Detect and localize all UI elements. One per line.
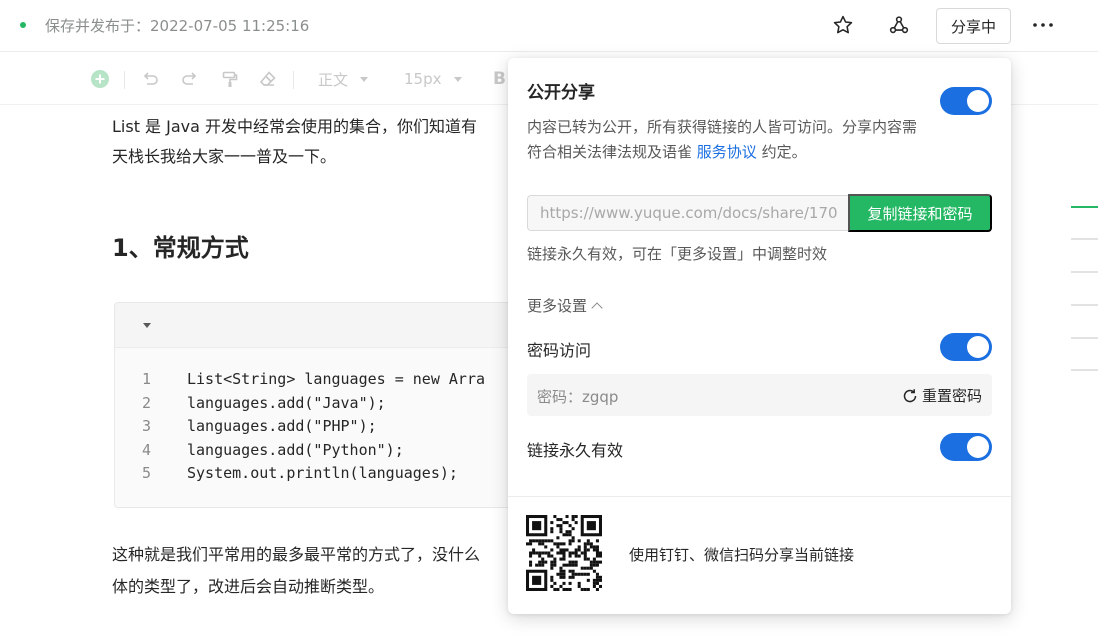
add-circle-icon[interactable] bbox=[90, 67, 110, 91]
line-number: 1 bbox=[142, 370, 152, 388]
format-painter-icon[interactable] bbox=[220, 67, 240, 91]
header-bar: 保存并发布于：2022-07-05 11:25:16 分享中 bbox=[0, 0, 1098, 52]
reset-password-button[interactable]: 重置密码 bbox=[902, 385, 982, 406]
permanent-link-toggle[interactable] bbox=[940, 433, 992, 461]
outline-item[interactable] bbox=[1071, 271, 1098, 273]
toolbar-divider bbox=[293, 71, 294, 89]
outro-paragraph-line1: 这种就是我们平常用的最多最平常的方式了，没什么 bbox=[112, 545, 481, 564]
share-url-input[interactable]: https://www.yuque.com/docs/share/170 bbox=[527, 195, 849, 231]
outline-item[interactable] bbox=[1071, 304, 1098, 306]
outline-item-active[interactable] bbox=[1071, 206, 1098, 208]
copy-link-and-password-button[interactable]: 复制链接和密码 bbox=[848, 194, 992, 232]
intro-paragraph-line1: List 是 Java 开发中经常会使用的集合，你们知道有 bbox=[112, 117, 478, 136]
toggle-knob bbox=[967, 90, 989, 112]
password-access-toggle[interactable] bbox=[940, 333, 992, 361]
popover-title: 公开分享 bbox=[527, 83, 595, 103]
save-status: 保存并发布于：2022-07-05 11:25:16 bbox=[45, 17, 310, 35]
permanent-link-label: 链接永久有效 bbox=[527, 441, 624, 460]
outro-paragraph-line2: 体的类型了，改进后会自动推断类型。 bbox=[112, 577, 385, 596]
toolbar-divider bbox=[124, 71, 125, 89]
intro-paragraph-line2: 天栈长我给大家一一普及一下。 bbox=[112, 147, 337, 166]
outline-item[interactable] bbox=[1071, 238, 1098, 240]
code-text: languages.add("Java"); bbox=[187, 394, 386, 412]
line-number: 4 bbox=[142, 441, 152, 459]
toggle-knob bbox=[967, 436, 989, 458]
section-heading: 1、常规方式 bbox=[112, 234, 249, 262]
chevron-down-icon bbox=[453, 76, 462, 82]
password-access-label: 密码访问 bbox=[527, 341, 592, 360]
code-text: List<String> languages = new Arra bbox=[187, 370, 486, 388]
share-popover: 公开分享 内容已转为公开，所有获得链接的人皆可访问。分享内容需符合相关法律法规及… bbox=[508, 58, 1011, 614]
code-text: languages.add("Python"); bbox=[187, 441, 404, 459]
undo-icon[interactable] bbox=[140, 67, 160, 91]
code-block-header bbox=[115, 303, 533, 348]
line-number: 3 bbox=[142, 417, 152, 435]
code-text: languages.add("PHP"); bbox=[187, 417, 377, 435]
language-select-caret-icon[interactable] bbox=[143, 323, 151, 328]
more-settings-label: 更多设置 bbox=[527, 297, 588, 315]
share-button[interactable]: 分享中 bbox=[936, 8, 1011, 44]
text-style-select[interactable]: 正文 bbox=[318, 67, 369, 91]
chevron-up-icon bbox=[591, 302, 603, 314]
outline-item[interactable] bbox=[1071, 337, 1098, 339]
share-network-icon[interactable] bbox=[886, 12, 912, 38]
share-description-end: 约定。 bbox=[761, 143, 807, 161]
reset-password-label: 重置密码 bbox=[921, 387, 982, 405]
chevron-down-icon bbox=[360, 76, 369, 82]
code-body: 1 List<String> languages = new Arra 2 lang… bbox=[115, 349, 533, 507]
font-size-value: 15px bbox=[404, 70, 442, 88]
outline-item[interactable] bbox=[1071, 369, 1098, 371]
code-text: System.out.println(languages); bbox=[187, 464, 458, 482]
more-settings-toggle[interactable]: 更多设置 bbox=[527, 295, 603, 316]
font-size-select[interactable]: 15px bbox=[404, 67, 462, 91]
link-validity-hint: 链接永久有效，可在「更多设置」中调整时效 bbox=[527, 245, 828, 263]
text-style-value: 正文 bbox=[318, 70, 349, 89]
popover-divider bbox=[508, 496, 1011, 497]
password-field: 密码：zgqp 重置密码 bbox=[527, 374, 992, 416]
bold-button[interactable]: B bbox=[493, 67, 506, 91]
code-block: 1 List<String> languages = new Arra 2 lang… bbox=[114, 302, 534, 508]
public-share-toggle[interactable] bbox=[940, 87, 992, 115]
toggle-knob bbox=[967, 336, 989, 358]
line-number: 5 bbox=[142, 464, 152, 482]
refresh-icon bbox=[903, 388, 917, 402]
eraser-icon[interactable] bbox=[258, 67, 278, 91]
qr-share-text: 使用钉钉、微信扫码分享当前链接 bbox=[629, 546, 855, 564]
password-text: 密码：zgqp bbox=[537, 388, 619, 406]
qr-code-icon bbox=[526, 515, 602, 591]
share-description: 内容已转为公开，所有获得链接的人皆可访问。分享内容需符合相关法律法规及语雀 服务… bbox=[527, 115, 927, 165]
more-icon[interactable] bbox=[1030, 12, 1056, 38]
service-agreement-link[interactable]: 服务协议 bbox=[697, 143, 757, 161]
line-number: 2 bbox=[142, 394, 152, 412]
redo-icon[interactable] bbox=[180, 67, 200, 91]
star-icon[interactable] bbox=[830, 12, 856, 38]
save-status-dot bbox=[20, 22, 26, 28]
